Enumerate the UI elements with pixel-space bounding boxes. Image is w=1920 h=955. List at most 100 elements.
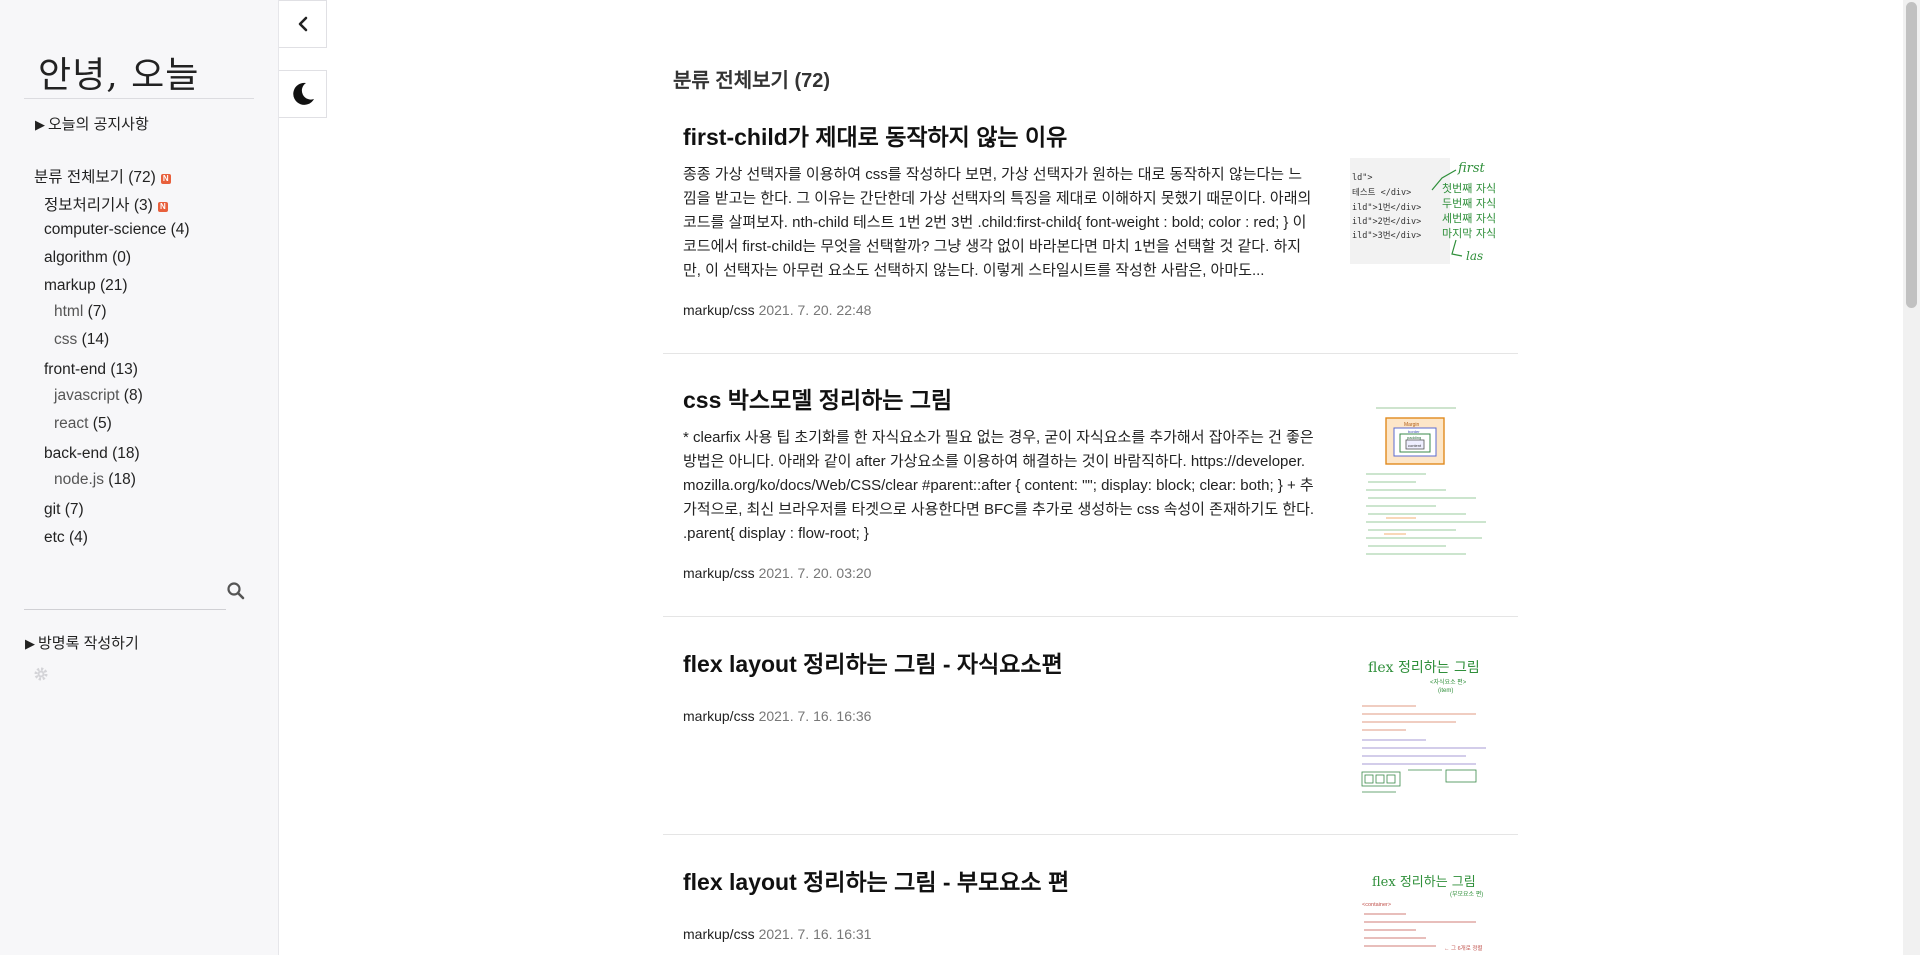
post-thumbnail[interactable]: ld"> 테스트 </div> ild">1번</div> ild">2번</d…: [1346, 158, 1506, 318]
post-item[interactable]: flex layout 정리하는 그림 - 부모요소 편 markup/css 2…: [663, 848, 1518, 955]
category-item-css[interactable]: css (14): [54, 331, 109, 349]
category-count: (4): [69, 529, 88, 546]
notice-label: 오늘의 공지사항: [48, 116, 149, 133]
category-count: (13): [110, 361, 138, 378]
post-title[interactable]: flex layout 정리하는 그림 - 자식요소편: [683, 645, 1063, 679]
category-name: react: [54, 415, 89, 432]
thumb-sub: (부모요소 편): [1450, 890, 1483, 898]
title-divider: [24, 98, 254, 99]
category-item-html[interactable]: html (7): [54, 303, 107, 321]
sidebar: 안녕, 오늘 ▶ 오늘의 공지사항 분류 전체보기 (72) N 정보처리기사 (3…: [0, 0, 279, 955]
post-meta: markup/css 2021. 7. 20. 22:48: [683, 302, 871, 318]
thumb-border: border: [1408, 429, 1420, 434]
gear-icon: [34, 667, 48, 681]
category-name: git: [44, 501, 61, 518]
post-excerpt[interactable]: 종종 가상 선택자를 이용하여 css를 작성하다 보면, 가상 선택자가 원하…: [683, 163, 1315, 283]
category-name: etc: [44, 529, 65, 546]
category-name: back-end: [44, 445, 108, 462]
post-divider: [663, 834, 1518, 835]
category-item-git[interactable]: git (7): [44, 501, 84, 519]
thumb-padding: padding: [1407, 435, 1421, 440]
thumb-code-1: 테스트 </div>: [1352, 188, 1411, 198]
post-date: 2021. 7. 20. 03:20: [758, 565, 872, 581]
category-name: front-end: [44, 361, 107, 378]
thumb-sub2: (item): [1438, 688, 1453, 694]
category-count: (14): [81, 331, 110, 348]
category-item-front-end[interactable]: front-end (13): [44, 361, 138, 379]
thumb-sub: <자식요소 편>: [1430, 678, 1467, 686]
thumb-label-2: 두번째 자식: [1442, 197, 1496, 210]
chevron-left-icon: [298, 16, 307, 32]
new-badge: N: [160, 174, 171, 184]
category-name: 분류 전체보기: [34, 169, 124, 186]
post-thumbnail[interactable]: flex 정리하는 그림 <자식요소 편> (item): [1346, 652, 1506, 812]
notice-toggle[interactable]: ▶ 오늘의 공지사항: [35, 113, 149, 134]
category-item-markup[interactable]: markup (21): [44, 277, 128, 295]
dark-mode-toggle[interactable]: [279, 70, 327, 118]
category-item-react[interactable]: react (5): [54, 415, 112, 433]
page-title: 분류 전체보기 (72): [673, 70, 831, 92]
category-item-javascript[interactable]: javascript (8): [54, 387, 143, 405]
post-category[interactable]: markup/css: [683, 926, 755, 942]
scrollbar-thumb[interactable]: [1906, 2, 1917, 308]
triangle-right-icon: ▶: [35, 117, 45, 132]
post-category[interactable]: markup/css: [683, 302, 755, 318]
moon-icon: [292, 82, 314, 105]
thumb-code-3: ild">2번</div>: [1352, 217, 1421, 227]
category-name: css: [54, 331, 78, 348]
thumb-label-1: 첫번째 자식: [1442, 182, 1496, 195]
post-title[interactable]: first-child가 제대로 동작하지 않는 이유: [683, 118, 1067, 152]
category-item-all[interactable]: 분류 전체보기 (72) N: [34, 165, 171, 187]
blog-title[interactable]: 안녕, 오늘: [38, 46, 199, 98]
category-name: javascript: [54, 387, 120, 404]
category-name: markup: [44, 277, 96, 294]
category-item-info-processing[interactable]: 정보처리기사 (3) N: [44, 193, 168, 215]
thumbnail-image: flex 정리하는 그림 <자식요소 편> (item): [1361, 660, 1486, 793]
category-item-back-end[interactable]: back-end (18): [44, 445, 140, 463]
category-item-etc[interactable]: etc (4): [44, 529, 88, 547]
thumb-label-4: 마지막 자식: [1442, 227, 1496, 240]
post-divider: [663, 353, 1518, 354]
post-excerpt[interactable]: * clearfix 사용 팁 초기화를 한 자식요소가 필요 없는 경우, 굳…: [683, 426, 1315, 546]
post-item[interactable]: css 박스모델 정리하는 그림 * clearfix 사용 팁 초기화를 한 …: [663, 366, 1518, 617]
search-button[interactable]: [225, 580, 247, 602]
category-count: (18): [112, 445, 140, 462]
post-divider: [663, 616, 1518, 617]
triangle-right-icon: ▶: [25, 636, 35, 651]
guestbook-label: 방명록 작성하기: [38, 635, 139, 652]
post-item[interactable]: flex layout 정리하는 그림 - 자식요소편 markup/css 20…: [663, 630, 1518, 835]
thumb-code-2: ild">1번</div>: [1352, 203, 1421, 213]
category-count: (72): [128, 169, 156, 186]
post-item[interactable]: first-child가 제대로 동작하지 않는 이유 종종 가상 선택자를 이…: [663, 103, 1518, 354]
search-input[interactable]: [24, 589, 226, 610]
category-count: (7): [87, 303, 107, 320]
category-count: (18): [108, 471, 136, 488]
settings-button[interactable]: [33, 666, 49, 682]
post-thumbnail[interactable]: flex 정리하는 그림 (부모요소 편) <container> ← 그 6개…: [1346, 868, 1506, 955]
post-category[interactable]: markup/css: [683, 565, 755, 581]
category-item-computer-science[interactable]: computer-science (4): [44, 221, 190, 239]
thumbnail-image: flex 정리하는 그림 (부모요소 편) <container> ← 그 6개…: [1362, 875, 1483, 952]
guestbook-toggle[interactable]: ▶ 방명록 작성하기: [25, 632, 139, 653]
post-title[interactable]: flex layout 정리하는 그림 - 부모요소 편: [683, 863, 1069, 897]
category-count: (0): [112, 249, 132, 266]
thumb-first: first: [1457, 161, 1486, 176]
page-scrollbar[interactable]: [1903, 0, 1920, 955]
category-count: (7): [64, 501, 84, 518]
category-item-algorithm[interactable]: algorithm (0): [44, 249, 131, 267]
post-category[interactable]: markup/css: [683, 708, 755, 724]
thumb-margin: Margin: [1404, 422, 1420, 428]
collapse-sidebar-button[interactable]: [279, 0, 327, 48]
category-count: (8): [123, 387, 143, 404]
category-name: algorithm: [44, 249, 108, 266]
search-icon: [227, 582, 245, 600]
post-thumbnail[interactable]: Margin border padding content: [1346, 400, 1506, 560]
thumb-code-4: ild">3번</div>: [1352, 231, 1421, 241]
category-count: (5): [92, 415, 112, 432]
post-title[interactable]: css 박스모델 정리하는 그림: [683, 381, 952, 415]
post-date: 2021. 7. 20. 22:48: [758, 302, 872, 318]
category-count: (21): [100, 277, 128, 294]
category-name: html: [54, 303, 84, 320]
category-item-nodejs[interactable]: node.js (18): [54, 471, 136, 489]
category-name: node.js: [54, 471, 104, 488]
